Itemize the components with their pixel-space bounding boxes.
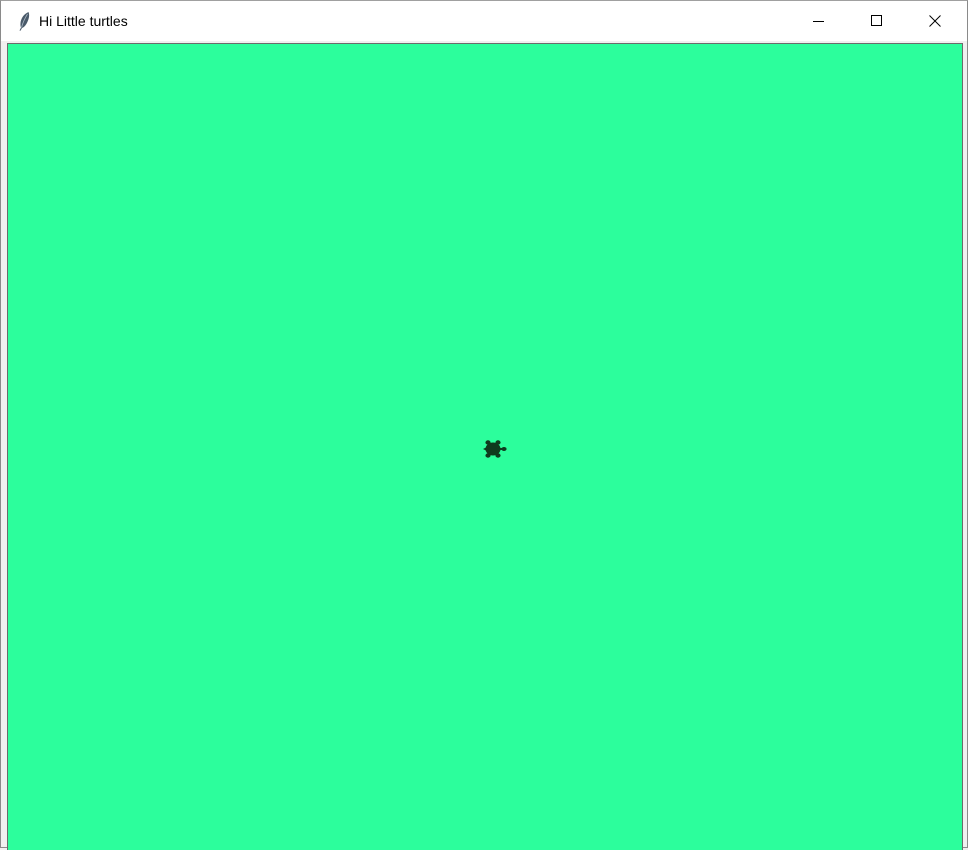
window-title: Hi Little turtles [39, 13, 128, 29]
close-icon [929, 15, 941, 27]
turtle-canvas-frame [7, 43, 963, 850]
turtle-icon [482, 438, 508, 460]
turtle-canvas[interactable] [10, 46, 960, 850]
app-window: Hi Little turtles [0, 0, 968, 850]
title-bar[interactable]: Hi Little turtles [1, 1, 967, 41]
minimize-icon [813, 15, 825, 27]
minimize-button[interactable] [790, 1, 848, 41]
close-button[interactable] [906, 1, 964, 41]
maximize-icon [871, 15, 883, 27]
maximize-button[interactable] [848, 1, 906, 41]
feather-icon[interactable] [16, 11, 32, 31]
